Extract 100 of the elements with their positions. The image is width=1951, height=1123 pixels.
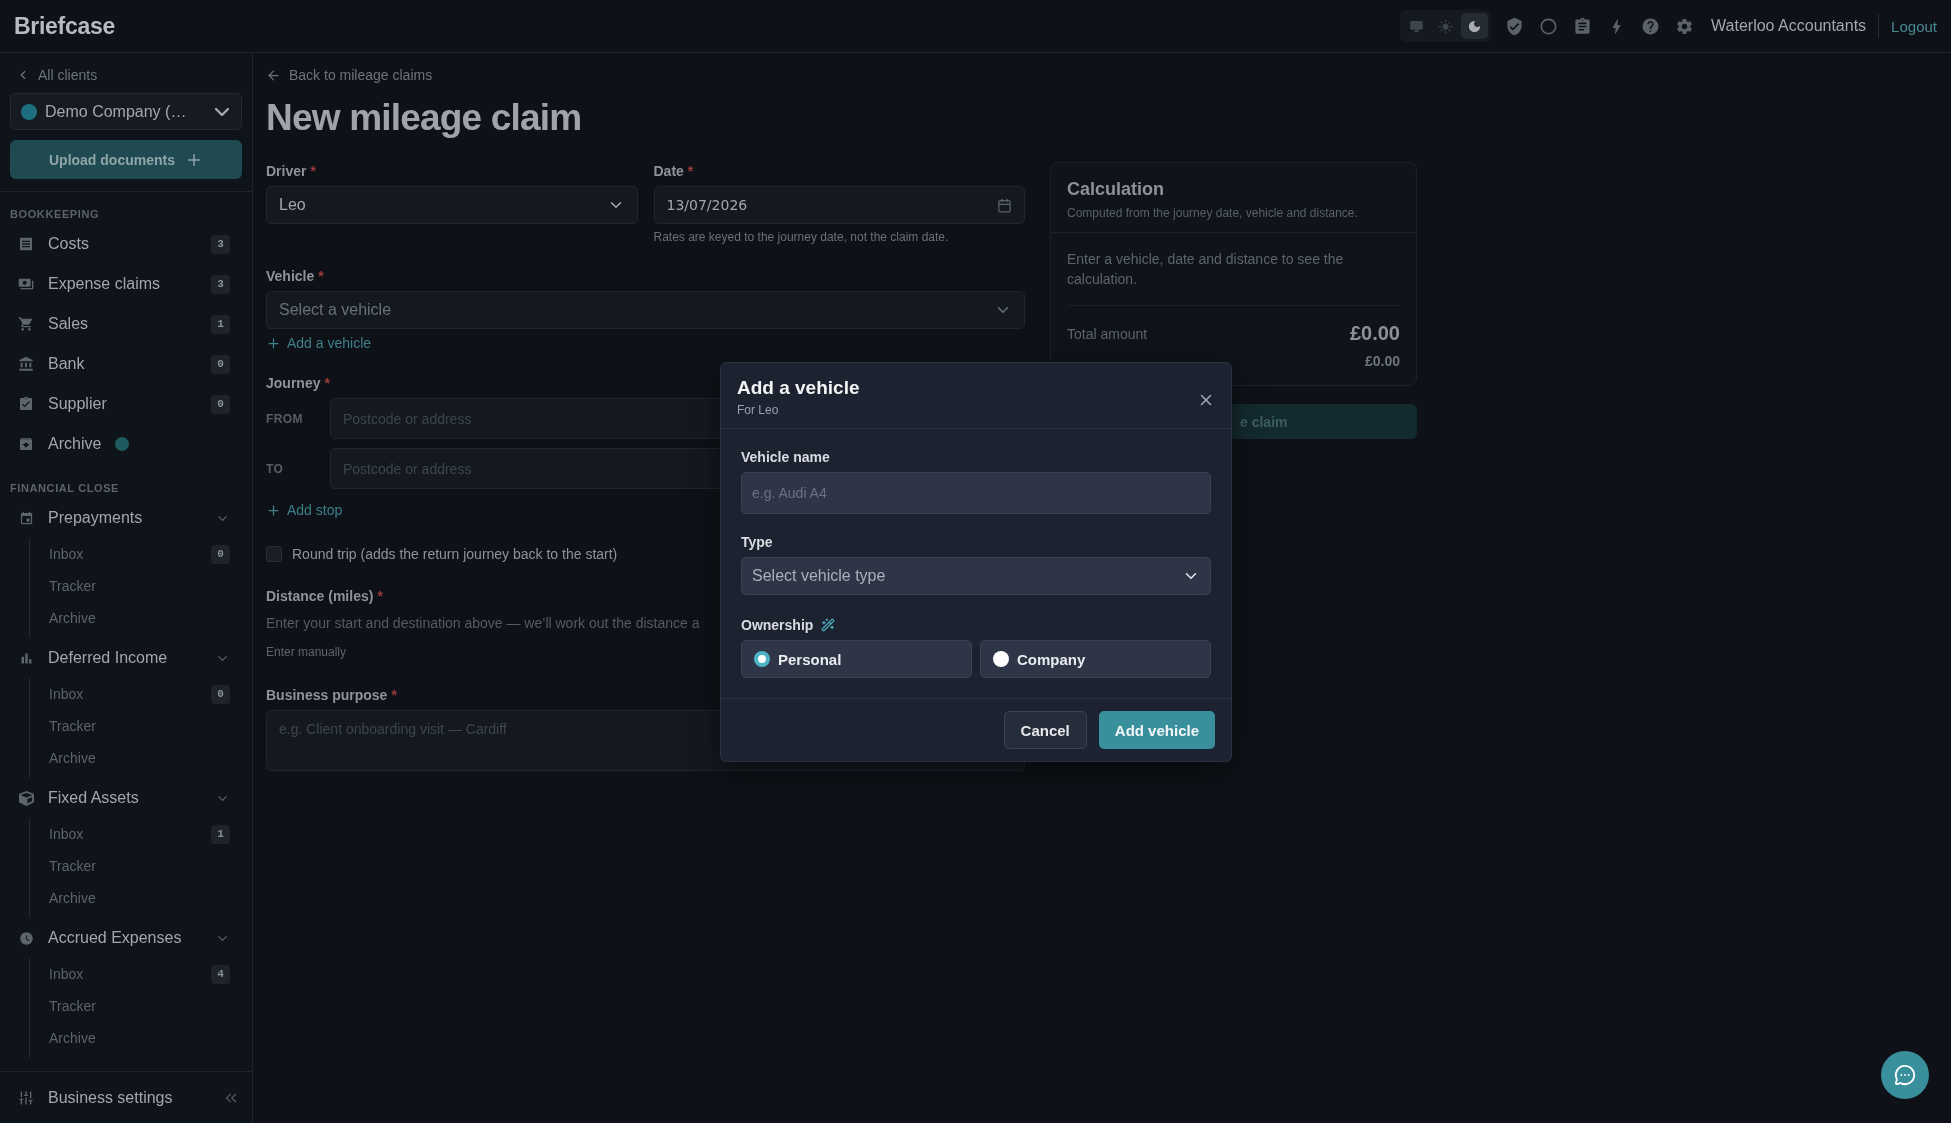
nav-subitem[interactable]: Inbox 4 [49,958,242,990]
nav-subitem[interactable]: Tracker [49,990,242,1022]
all-clients-link[interactable]: All clients [10,67,242,83]
logout-link[interactable]: Logout [1891,17,1937,35]
nav-subitem[interactable]: Archive [49,882,242,914]
required-mark: * [324,375,330,391]
monitor-icon [1409,18,1425,34]
count-badge: 0 [211,354,230,374]
count-badge: 4 [211,964,230,984]
nav-subitem[interactable]: Archive [49,602,242,634]
add-vehicle-button[interactable]: Add vehicle [1098,711,1215,749]
required-mark: * [318,268,324,284]
field-label: Driver [266,163,307,179]
moon-icon [1467,18,1483,34]
nav-group[interactable]: Accrued Expenses [10,918,242,958]
required-mark: * [377,588,383,604]
nav-item[interactable]: Expense claims 3 [10,264,242,304]
field-label: Type [741,534,774,550]
calculation-message: Enter a vehicle, date and distance to see the calculation. [1067,249,1400,306]
count-badge: 1 [211,824,230,844]
sun-icon [1438,18,1454,34]
radio-button[interactable] [754,651,770,667]
amount-value: £0.00 [1364,353,1400,369]
field-label: Vehicle [266,268,315,284]
nav-subitem[interactable]: Inbox 0 [49,678,242,710]
nav-subitem[interactable]: Tracker [49,850,242,882]
checkbox-label: Round trip (adds the return journey back to the start) [292,546,618,562]
nav-group[interactable]: Deferred Income [10,638,242,678]
count-badge: 0 [211,544,230,564]
chat-button[interactable] [1881,1051,1929,1099]
total-amount: £0.00 [1349,322,1400,345]
field-label: Date [653,163,684,179]
bank-icon [18,356,34,372]
round-trip-checkbox[interactable] [266,546,282,562]
ownership-option[interactable]: Personal [741,640,972,678]
account-name: Waterloo Accountants [1711,17,1867,35]
cart-icon [18,316,34,332]
app-logo: Briefcase [14,12,115,40]
add-vehicle-link[interactable]: Add a vehicle [266,335,1025,351]
company-logo-icon [21,103,37,120]
dialog-title: Add a vehicle [737,377,860,399]
cancel-button[interactable]: Cancel [1003,711,1087,749]
clock-icon [18,930,34,946]
wand-icon [821,618,836,632]
ownership-option[interactable]: Company [980,640,1211,678]
chevron-down-icon [215,107,229,116]
section-title: FINANCIAL CLOSE [10,481,121,496]
nav-group[interactable]: Fixed Assets [10,778,242,818]
enter-manually-link[interactable]: Enter manually [266,645,347,659]
dialog-subtitle: For Leo [737,403,780,417]
card-subtitle: Computed from the journey date, vehicle and distance. [1067,206,1359,220]
nav-subitem[interactable]: Archive [49,1022,242,1054]
chat-icon [1894,1064,1916,1086]
vehicle-name-field[interactable]: e.g. Audi A4 [741,472,1211,514]
clipboard-check-icon [18,396,34,412]
vehicle-select[interactable]: Select a vehicle [266,291,1025,329]
stop-label: TO [266,461,285,476]
count-badge: 0 [211,684,230,704]
total-label: Total amount [1067,325,1148,342]
radio-button[interactable] [993,651,1009,667]
nav-subitem[interactable]: Inbox 0 [49,538,242,570]
date-field[interactable]: 13/07/2026 [653,186,1025,224]
nav-subitem[interactable]: Inbox 1 [49,818,242,850]
nav-item[interactable]: Supplier 0 [10,384,242,424]
field-label: Distance (miles) [266,588,374,604]
count-badge: 0 [211,394,230,414]
nav-item[interactable]: Archive [10,424,242,464]
required-mark: * [687,163,694,179]
nav-item[interactable]: Costs 3 [10,224,242,264]
receipt-icon [18,236,34,252]
page-title: New mileage claim [266,97,583,139]
back-link[interactable]: Back to mileage claims [266,67,1025,83]
nav-subitem[interactable]: Tracker [49,570,242,602]
count-badge: 3 [211,274,230,294]
field-label: Ownership [741,617,814,633]
upload-documents-button[interactable]: Upload documents [10,140,242,179]
date-hint: Rates are keyed to the journey date, not the claim date. [653,230,950,244]
nav-subitem[interactable]: Tracker [49,710,242,742]
section-title: BOOKKEEPING [10,207,101,222]
field-label: Journey [266,375,321,391]
nav-item[interactable]: Bank 0 [10,344,242,384]
business-settings-link[interactable]: Business settings [48,1088,173,1107]
required-mark: * [391,687,397,703]
company-select[interactable]: Demo Company (… [10,93,242,130]
nav-group[interactable]: Prepayments [10,498,242,538]
vehicle-type-select[interactable]: Select vehicle type [741,557,1211,595]
calendar-icon[interactable] [997,197,1012,213]
cube-icon [18,790,34,806]
driver-select[interactable]: Leo [266,186,638,224]
theme-button[interactable] [1461,13,1489,39]
nav-item[interactable]: Sales 1 [10,304,242,344]
plus-icon [266,502,281,518]
field-label: Vehicle name [741,449,831,465]
distance-helper-text: Enter your start and destination above — we’ll work out the distance a [266,615,700,631]
plus-icon [266,335,281,351]
nav-subitem[interactable]: Archive [49,742,242,774]
count-badge: 3 [211,234,230,254]
archive-icon [18,436,34,452]
required-mark: * [310,163,316,179]
stop-label: FROM [266,411,304,426]
